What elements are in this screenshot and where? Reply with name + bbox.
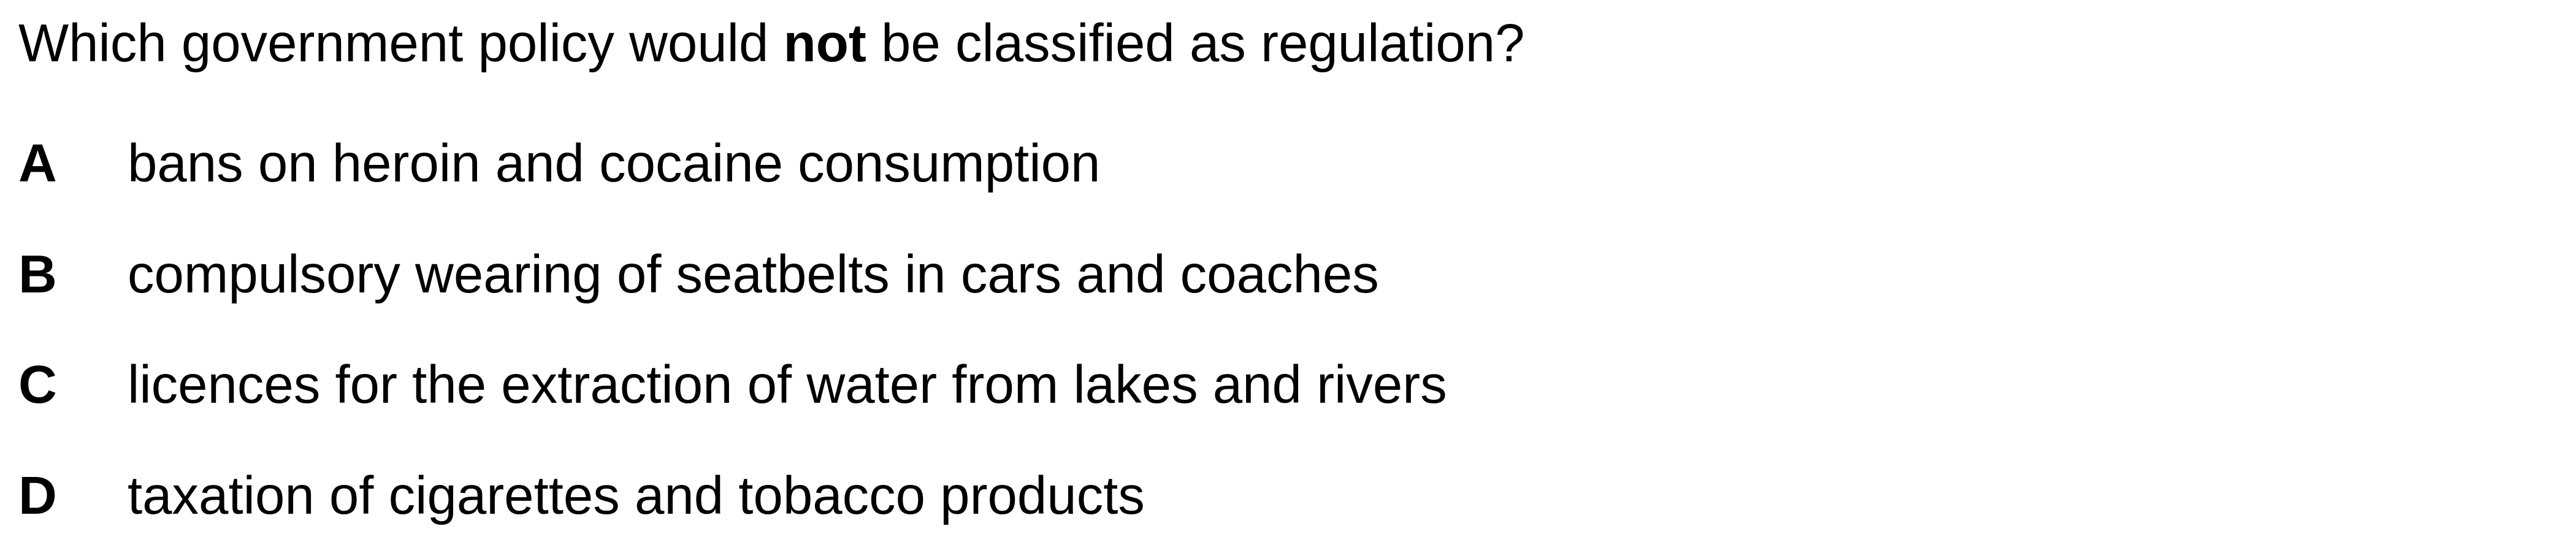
question-prefix: Which government policy would [18,13,784,73]
question-suffix: be classified as regulation? [866,13,1525,73]
option-letter-b: B [18,245,57,304]
option-text-b: compulsory wearing of seatbelts in cars … [128,245,1379,304]
option-text-a: bans on heroin and cocaine consumption [128,134,1101,193]
option-letter-a: A [18,134,57,193]
option-text-c: licences for the extraction of water fro… [128,355,1447,414]
question-stem: Which government policy would not be cla… [18,10,1525,77]
option-letter-d: D [18,466,57,525]
question-emphasis: not [783,13,866,73]
option-letter-c: C [18,355,57,414]
option-text-d: taxation of cigarettes and tobacco produ… [128,466,1145,525]
